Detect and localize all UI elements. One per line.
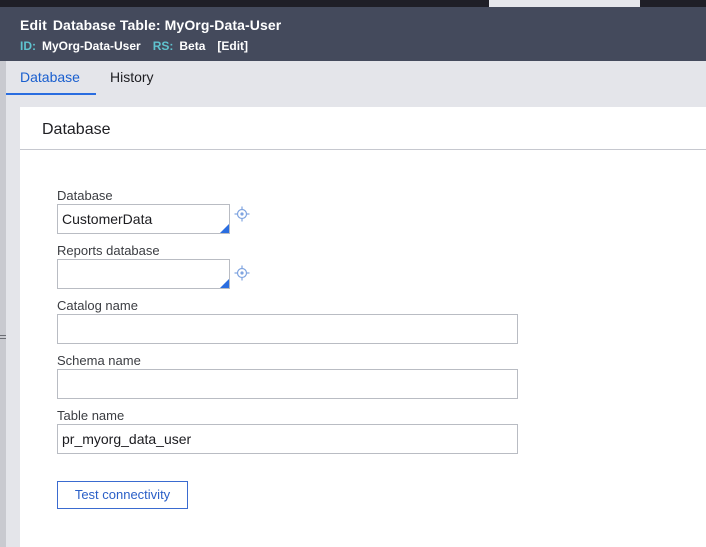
tab-history[interactable]: History bbox=[110, 61, 154, 95]
grip-icon bbox=[0, 334, 6, 340]
catalog-name-label: Catalog name bbox=[57, 298, 138, 313]
top-strip-dark-left bbox=[0, 0, 489, 7]
dropdown-corner-icon bbox=[220, 224, 229, 233]
reports-database-field[interactable] bbox=[57, 259, 230, 289]
database-panel: Database Database CustomerData Reports d… bbox=[20, 107, 706, 547]
table-name-field[interactable]: pr_myorg_data_user bbox=[57, 424, 518, 454]
tab-database[interactable]: Database bbox=[6, 61, 96, 95]
title-prefix: Edit bbox=[20, 17, 47, 33]
database-field[interactable]: CustomerData bbox=[57, 204, 230, 234]
rule-header: Edit Database Table: MyOrg-Data-User ID: M… bbox=[0, 7, 706, 61]
table-name-value: pr_myorg_data_user bbox=[62, 431, 192, 447]
title-rest: Database Table: MyOrg-Data-User bbox=[52, 17, 282, 33]
id-value: MyOrg-Data-User bbox=[42, 39, 141, 53]
schema-name-label: Schema name bbox=[57, 353, 141, 368]
id-label: ID: bbox=[20, 39, 36, 53]
tab-bar: Database History bbox=[6, 61, 706, 95]
database-label: Database bbox=[57, 188, 113, 203]
page-title: Edit Database Table: MyOrg-Data-User bbox=[20, 17, 281, 33]
crosshair-icon[interactable] bbox=[234, 206, 250, 222]
panel-title: Database bbox=[42, 121, 111, 138]
crosshair-icon[interactable] bbox=[234, 265, 250, 281]
table-name-label: Table name bbox=[57, 408, 125, 423]
rs-label: RS: bbox=[152, 39, 174, 53]
database-value: CustomerData bbox=[62, 211, 153, 227]
reports-database-label: Reports database bbox=[57, 243, 160, 258]
top-strip-tab-gap bbox=[489, 0, 640, 7]
top-strip-dark-right bbox=[640, 0, 706, 7]
schema-name-field[interactable] bbox=[57, 369, 518, 399]
rule-meta: ID: MyOrg-Data-User RS: Beta [Edit] bbox=[20, 39, 248, 53]
dropdown-corner-icon bbox=[220, 279, 229, 288]
catalog-name-field[interactable] bbox=[57, 314, 518, 344]
rs-value: Beta bbox=[179, 39, 206, 53]
panel-divider bbox=[20, 149, 706, 150]
left-resize-handle[interactable] bbox=[0, 61, 6, 547]
test-connectivity-button[interactable]: Test connectivity bbox=[57, 481, 188, 509]
edit-ruleset-link[interactable]: [Edit] bbox=[217, 39, 248, 53]
top-strip bbox=[0, 0, 706, 7]
